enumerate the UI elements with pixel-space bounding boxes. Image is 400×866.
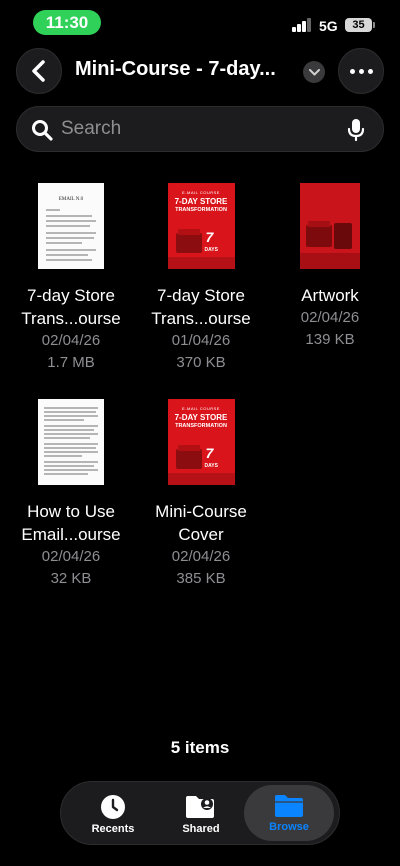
chevron-left-icon <box>32 60 45 82</box>
file-date: 02/04/26 <box>41 548 101 565</box>
microphone-icon[interactable] <box>347 118 365 142</box>
file-item[interactable]: Artwork 02/04/26 139 KB <box>265 183 395 351</box>
tab-label: Shared <box>182 823 220 835</box>
ellipsis-icon <box>349 68 373 74</box>
file-date: 01/04/26 <box>171 332 231 349</box>
file-item[interactable]: E-MAIL COURSE 7-DAY STORE TRANSFORMATION… <box>136 183 266 374</box>
tab-label: Recents <box>91 823 135 835</box>
back-button[interactable] <box>16 48 62 94</box>
file-size: 1.7 MB <box>47 354 95 371</box>
file-date: 02/04/26 <box>300 309 360 326</box>
shared-folder-icon <box>186 796 214 818</box>
cover-thumbnail: E-MAIL COURSE 7-DAY STORE TRANSFORMATION… <box>167 183 235 269</box>
tab-browse[interactable]: Browse <box>244 785 334 841</box>
document-thumbnail: EMAIL N.0 <box>38 183 104 269</box>
tab-bar: Recents Shared Browse <box>60 781 340 845</box>
clock-icon <box>101 795 125 819</box>
tab-recents[interactable]: Recents <box>68 785 158 841</box>
file-size: 370 KB <box>176 354 226 371</box>
search-input[interactable] <box>61 107 341 151</box>
file-name: How to Use Email...ourse <box>21 502 121 544</box>
file-name: 7-day Store Trans...ourse <box>21 286 121 328</box>
file-item[interactable]: EMAIL N.0 7-day Store Trans...ourse 02/04… <box>6 183 136 374</box>
status-time: 11:30 <box>33 10 101 35</box>
file-date: 02/04/26 <box>171 548 231 565</box>
thumbnail-heading: EMAIL N.0 <box>58 197 84 202</box>
file-name: Artwork <box>301 286 359 305</box>
tab-label: Browse <box>269 821 309 833</box>
search-bar[interactable] <box>16 106 384 152</box>
network-type: 5G <box>319 18 338 34</box>
folder-title: Mini-Course - 7-day... <box>75 58 276 80</box>
search-icon <box>32 120 53 141</box>
file-date: 02/04/26 <box>41 332 101 349</box>
title-menu-button[interactable] <box>303 61 325 83</box>
file-size: 32 KB <box>50 570 92 587</box>
item-count: 5 items <box>170 738 230 757</box>
chevron-down-icon <box>308 68 320 75</box>
file-item[interactable]: How to Use Email...ourse 02/04/26 32 KB <box>6 399 136 590</box>
status-bar: 11:30 5G 35 <box>0 0 400 44</box>
more-options-button[interactable] <box>338 48 384 94</box>
file-item[interactable]: E-MAIL COURSE 7-DAY STORE TRANSFORMATION… <box>136 399 266 590</box>
artwork-thumbnail <box>300 183 360 269</box>
folder-icon <box>275 795 303 817</box>
file-name: 7-day Store Trans...ourse <box>151 286 251 328</box>
tab-shared[interactable]: Shared <box>156 785 246 841</box>
file-size: 385 KB <box>176 570 226 587</box>
document-thumbnail <box>38 399 104 485</box>
file-name: Mini-Course Cover <box>155 502 247 544</box>
cover-thumbnail: E-MAIL COURSE 7-DAY STORE TRANSFORMATION… <box>167 399 235 485</box>
cellular-signal-icon <box>292 18 312 32</box>
battery-indicator: 35 <box>345 18 375 32</box>
file-size: 139 KB <box>305 331 355 348</box>
